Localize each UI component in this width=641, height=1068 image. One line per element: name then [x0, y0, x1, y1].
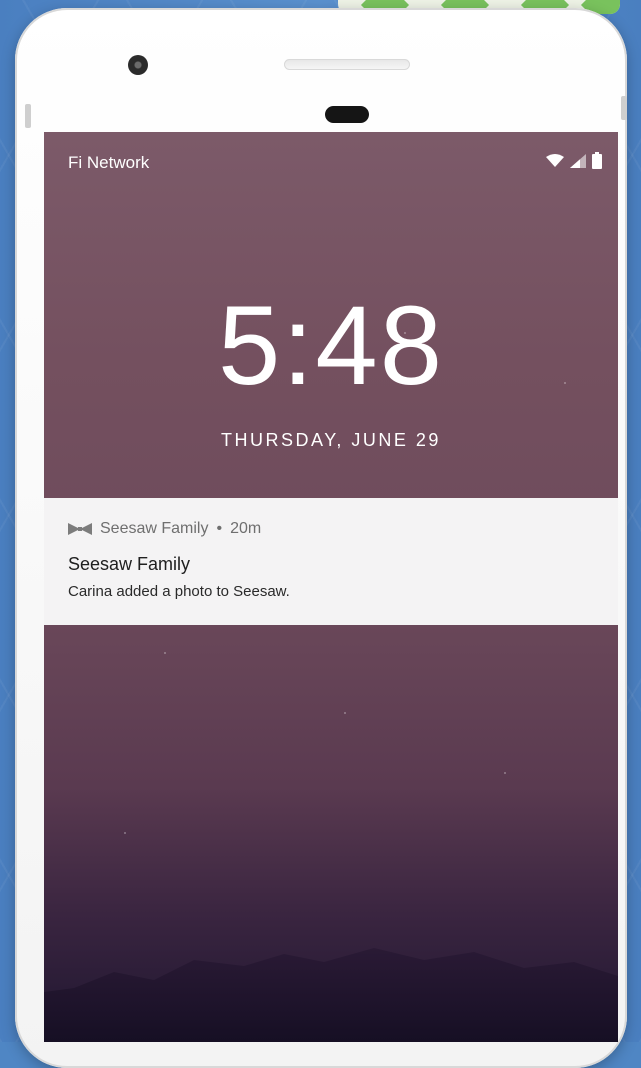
lock-screen: Fi Network 5:48 THURSDAY, JUNE 29 Seesaw…: [44, 132, 618, 1042]
lock-date: THURSDAY, JUNE 29: [221, 430, 441, 450]
lock-clock: 5:48: [218, 283, 444, 408]
wifi-icon: [546, 153, 564, 167]
notification-title: Seesaw Family: [68, 554, 191, 574]
proximity-sensor: [325, 106, 369, 123]
side-button: [25, 104, 31, 128]
front-camera: [128, 55, 148, 75]
seesaw-bowtie-icon: [68, 523, 92, 535]
notification-header: Seesaw Family • 20m: [68, 520, 261, 538]
notification-card[interactable]: Seesaw Family • 20m Seesaw Family Carina…: [44, 498, 618, 625]
signal-icon: [570, 153, 586, 168]
wallpaper-mountains: [44, 948, 618, 1042]
status-bar: Fi Network: [44, 132, 618, 192]
notification-separator: •: [216, 520, 223, 537]
earpiece-speaker: [284, 59, 410, 70]
battery-icon: [592, 152, 602, 169]
notification-text: Carina added a photo to Seesaw.: [68, 583, 290, 600]
side-button: [621, 96, 627, 120]
notification-app-name: Seesaw Family: [100, 520, 209, 537]
carrier-name: Fi Network: [68, 153, 150, 172]
status-icons: [546, 152, 602, 169]
notification-age: 20m: [230, 520, 262, 537]
